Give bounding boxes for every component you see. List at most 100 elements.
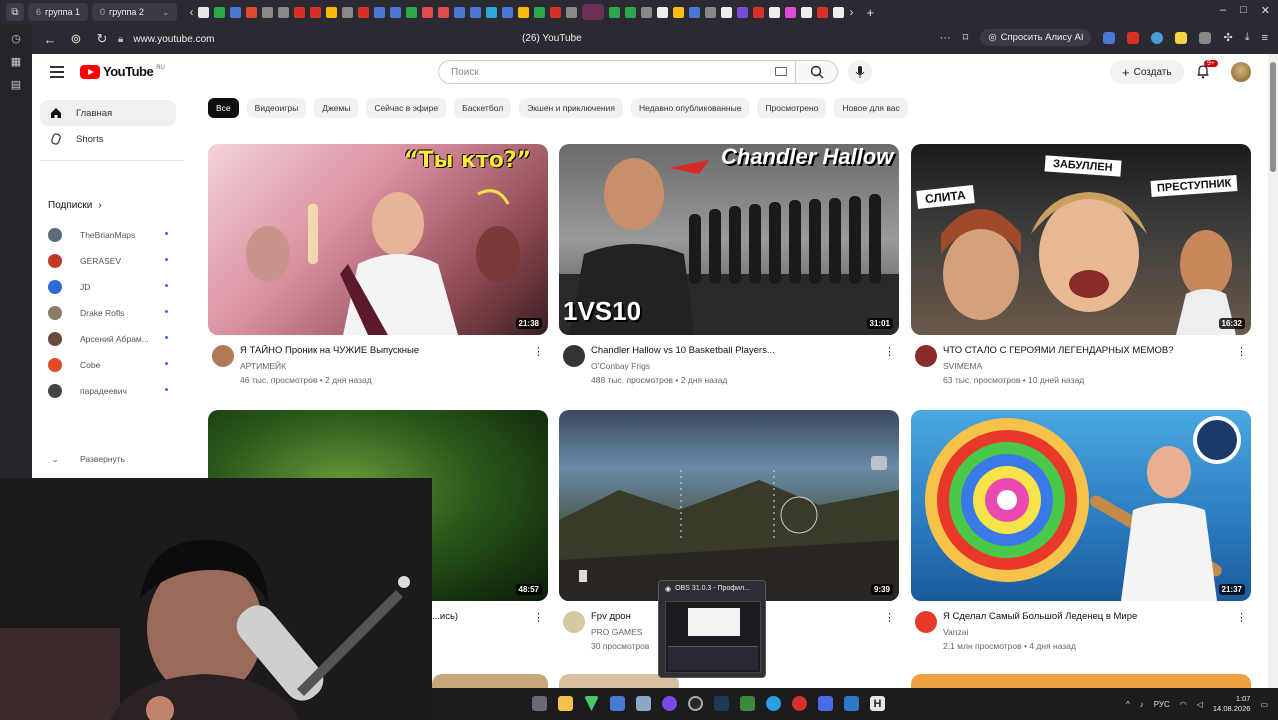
video-thumbnail-partial[interactable] <box>432 674 548 688</box>
tab-favicon[interactable] <box>486 6 498 18</box>
extension-icon[interactable] <box>1127 31 1140 44</box>
tab-favicon[interactable] <box>689 6 701 18</box>
tab-favicon[interactable] <box>406 6 418 18</box>
video-title[interactable]: Я Сделал Самый Большой Леденец в Мире <box>943 611 1233 622</box>
workspace-icon[interactable]: ⧉ <box>6 3 24 21</box>
maximize-icon[interactable]: □ <box>1240 4 1247 17</box>
search-button[interactable] <box>796 60 838 84</box>
telegram-icon[interactable] <box>766 696 781 711</box>
video-thumbnail[interactable]: 21:37 <box>911 410 1251 601</box>
notifications-button[interactable] <box>1196 64 1210 84</box>
reload-icon[interactable]: ↻ <box>92 31 112 47</box>
tab-favicon[interactable] <box>454 6 466 18</box>
menu-icon[interactable]: ≡ <box>1262 32 1268 44</box>
notifications-icon[interactable]: ▭ <box>1260 700 1268 709</box>
tab-favicon[interactable] <box>374 6 386 18</box>
account-avatar[interactable] <box>1231 62 1251 82</box>
app-icon[interactable] <box>636 696 651 711</box>
tab-favicon[interactable] <box>198 6 210 18</box>
tab-favicon[interactable] <box>502 6 514 18</box>
tab-favicon[interactable] <box>246 6 258 18</box>
keyboard-icon[interactable] <box>775 67 787 76</box>
tab-favicon[interactable] <box>705 6 717 18</box>
tab-favicon[interactable] <box>294 6 306 18</box>
translate-extension-icon[interactable] <box>1103 31 1116 44</box>
tab-favicon[interactable] <box>673 6 685 18</box>
video-card[interactable]: 21:37 Я Сделал Самый Большой Леденец в М… <box>911 410 1251 651</box>
tab-favicon[interactable] <box>753 6 765 18</box>
obs-icon[interactable] <box>688 696 703 711</box>
tab-favicon[interactable] <box>785 6 797 18</box>
tab-favicon[interactable] <box>566 6 578 18</box>
tab-favicon[interactable] <box>358 6 370 18</box>
video-thumbnail[interactable]: “Ты кто?” 21:38 <box>208 144 548 335</box>
channel-avatar[interactable] <box>915 345 937 367</box>
lock-icon[interactable]: 🔒︎ <box>118 34 123 45</box>
subscriptions-heading[interactable]: Подписки › <box>48 200 102 211</box>
filter-chip[interactable]: Экшен и приключения <box>519 98 623 118</box>
browser-icon[interactable] <box>792 696 807 711</box>
store-icon[interactable] <box>610 696 625 711</box>
tab-favicon[interactable] <box>470 6 482 18</box>
video-title[interactable]: Chandler Hallow vs 10 Basketball Players… <box>591 345 881 356</box>
extension-icon[interactable] <box>1151 31 1164 44</box>
subscription-item[interactable]: JD <box>48 278 168 296</box>
channel-name[interactable]: SVIMEMA <box>943 361 982 371</box>
tab-favicon[interactable] <box>721 6 733 18</box>
channel-name[interactable]: PRO GAMES <box>591 627 642 637</box>
steam-icon[interactable] <box>714 696 729 711</box>
keyboard-language[interactable]: РУС <box>1154 700 1170 709</box>
shield-icon[interactable]: ⊚ <box>66 31 86 47</box>
app-icon[interactable] <box>818 696 833 711</box>
channel-avatar[interactable] <box>212 345 234 367</box>
create-button[interactable]: + Создать <box>1110 60 1184 84</box>
bookmark-icon[interactable]: ⌑ <box>963 31 969 44</box>
tab-favicon[interactable] <box>310 6 322 18</box>
more-options-icon[interactable]: ⋮ <box>884 345 895 358</box>
tab-favicon[interactable] <box>342 6 354 18</box>
ask-alice-button[interactable]: ◎ Спросить Алису AI <box>980 29 1092 46</box>
active-tab-youtube[interactable] <box>582 4 605 20</box>
sidebar-item-shorts[interactable]: Shorts <box>40 126 176 152</box>
tab-favicon[interactable] <box>550 6 562 18</box>
app-icon[interactable] <box>740 696 755 711</box>
tab-favicon[interactable] <box>817 6 829 18</box>
minimize-icon[interactable]: – <box>1220 4 1226 17</box>
app-icon[interactable] <box>844 696 859 711</box>
more-options-icon[interactable]: ⋮ <box>1236 345 1247 358</box>
tab-favicon[interactable] <box>801 6 813 18</box>
video-title[interactable]: ЧТО СТАЛО С ГЕРОЯМИ ЛЕГЕНДАРНЫХ МЕМОВ? <box>943 345 1233 356</box>
new-tab-icon[interactable]: + <box>866 5 874 20</box>
filter-chip[interactable]: Недавно опубликованные <box>630 98 750 118</box>
channel-name[interactable]: АРТИМЕЙК <box>240 361 286 371</box>
extension-icon[interactable] <box>1199 31 1212 44</box>
chevron-left-icon[interactable]: ‹ <box>189 5 193 19</box>
tab-favicon[interactable] <box>769 6 781 18</box>
tab-favicon[interactable] <box>518 6 530 18</box>
chevron-down-icon[interactable]: ⌄ <box>162 7 170 18</box>
filter-chip[interactable]: Джемы <box>314 98 359 118</box>
subscription-item[interactable]: Drake Rofls <box>48 304 168 322</box>
video-title[interactable]: Я ТАЙНО Проник на ЧУЖИЕ Выпускные <box>240 345 530 356</box>
search-input[interactable]: Поиск <box>438 60 796 84</box>
more-options-icon[interactable]: ⋮ <box>533 345 544 358</box>
tab-favicon[interactable] <box>230 6 242 18</box>
filter-chip[interactable]: Баскетбол <box>454 98 512 118</box>
mic-tray-icon[interactable]: ♪ <box>1140 700 1144 709</box>
video-card[interactable]: Chandler Hallow 1VS10 31:01 Chandler Hal… <box>559 144 899 385</box>
subscription-item[interactable]: парадеевич <box>48 382 168 400</box>
volume-icon[interactable]: ◁ <box>1197 700 1203 709</box>
back-icon[interactable]: ← <box>40 32 60 47</box>
tab-group-1[interactable]: 6 группа 1 <box>28 3 88 21</box>
tab-favicon[interactable] <box>214 6 226 18</box>
expand-subscriptions[interactable]: ⌄ Развернуть <box>48 450 168 468</box>
voice-search-button[interactable] <box>848 60 872 84</box>
more-options-icon[interactable]: ⋮ <box>1236 611 1247 624</box>
channel-avatar[interactable] <box>915 611 937 633</box>
sidebar-item-home[interactable]: Главная <box>40 100 176 126</box>
url-field[interactable]: www.youtube.com <box>133 34 214 45</box>
video-thumbnail-partial[interactable] <box>911 674 1251 688</box>
tab-favicon[interactable] <box>657 6 669 18</box>
obs-taskbar-preview[interactable]: ◉ OBS 31.0.3 - Профил... <box>658 580 766 678</box>
more-options-icon[interactable]: ⋮ <box>533 611 544 624</box>
